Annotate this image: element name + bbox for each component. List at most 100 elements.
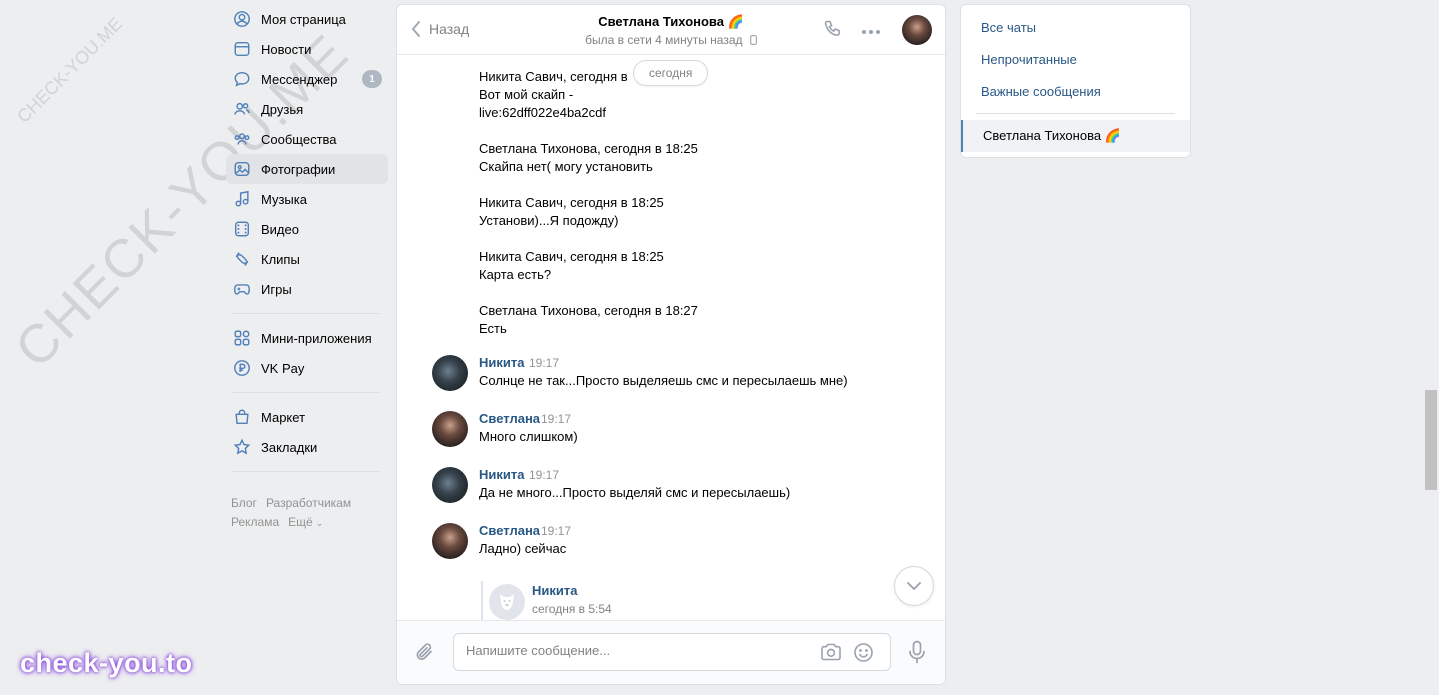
star-icon xyxy=(232,437,252,457)
nav-item-news[interactable]: Новости xyxy=(226,34,388,64)
quote-author[interactable]: Никита xyxy=(532,583,577,598)
vkpay-icon xyxy=(232,358,252,378)
chat-panel: Назад Светлана Тихонова 🌈 была в сети 4 … xyxy=(396,4,946,685)
music-icon xyxy=(232,189,252,209)
newspaper-icon xyxy=(232,39,252,59)
forwarded-line: Установи)...Я подожду) xyxy=(479,213,619,228)
more-options-icon[interactable] xyxy=(861,23,881,38)
message-input[interactable] xyxy=(466,643,806,658)
photo-icon xyxy=(232,159,252,179)
forwarded-line: Скайпа нет( могу установить xyxy=(479,159,653,174)
current-chat-item[interactable]: Светлана Тихонова 🌈 xyxy=(961,120,1190,152)
forwarded-line: live:62dff022e4ba2cdf xyxy=(479,105,606,120)
page-scrollbar[interactable] xyxy=(1425,390,1437,490)
scroll-down-button[interactable] xyxy=(894,566,934,606)
forwarded-message: Светлана Тихонова, сегодня в 18:25 Скайп… xyxy=(479,140,698,176)
forwarded-line: Есть xyxy=(479,321,507,336)
message-time[interactable]: 19:17 xyxy=(529,468,559,482)
user-circle-icon xyxy=(232,9,252,29)
nav-item-market[interactable]: Маркет xyxy=(226,402,388,432)
forwarded-line: Вот мой скайп - xyxy=(479,87,574,102)
footer-link-ads[interactable]: Реклама xyxy=(231,515,279,529)
nav-item-games[interactable]: Игры xyxy=(226,274,388,304)
author-avatar[interactable] xyxy=(432,523,468,559)
nav-item-vk-pay[interactable]: VK Pay xyxy=(226,353,388,383)
chat-header: Назад Светлана Тихонова 🌈 была в сети 4 … xyxy=(397,5,945,55)
author-name[interactable]: Никита xyxy=(479,355,524,370)
online-status: была в сети 4 минуты назад xyxy=(585,33,743,47)
nav-label: Музыка xyxy=(261,191,307,207)
chevron-down-icon: ⌄ xyxy=(315,518,324,528)
nav-label: Мини-приложения xyxy=(261,330,372,346)
author-avatar[interactable] xyxy=(432,467,468,503)
mobile-icon xyxy=(750,35,757,45)
message-text: Да не много...Просто выделяй смс и перес… xyxy=(479,485,791,500)
chat-filter-panel: Все чаты Непрочитанные Важные сообщения … xyxy=(960,4,1191,158)
chat-avatar[interactable] xyxy=(902,15,932,45)
unread-badge: 1 xyxy=(362,70,382,88)
forwarded-header: Никита Савич, сегодня в 18:25 xyxy=(479,249,664,264)
apps-icon xyxy=(232,328,252,348)
forwarded-header: Светлана Тихонова, сегодня в 18:27 xyxy=(479,303,698,318)
emoji-icon[interactable] xyxy=(853,642,874,666)
author-avatar[interactable] xyxy=(432,411,468,447)
footer-link-more[interactable]: Ещё ⌄ xyxy=(288,515,323,529)
nav-item-communities[interactable]: Сообщества xyxy=(226,124,388,154)
forwarded-message: Никита Савич, сегодня в 18:25 Карта есть… xyxy=(479,248,664,284)
forwarded-message: Никита Савич, сегодня в Вот мой скайп - … xyxy=(479,68,628,122)
forwarded-message: Никита Савич, сегодня в 18:25 Установи).… xyxy=(479,194,664,230)
forwarded-line: Карта есть? xyxy=(479,267,552,282)
footer-link-blog[interactable]: Блог xyxy=(231,496,257,510)
nav-item-bookmarks[interactable]: Закладки xyxy=(226,432,388,462)
nav-divider xyxy=(232,392,380,393)
bag-icon xyxy=(232,407,252,427)
forwarded-header: Никита Савич, сегодня в xyxy=(479,69,628,84)
filter-important[interactable]: Важные сообщения xyxy=(961,75,1190,107)
clips-icon xyxy=(232,249,252,269)
author-name[interactable]: Никита xyxy=(479,467,524,482)
camera-icon[interactable] xyxy=(820,642,842,665)
nav-label: Моя страница xyxy=(261,11,346,27)
message-time[interactable]: 19:17 xyxy=(529,356,559,370)
nav-label: Мессенджер xyxy=(261,71,338,87)
date-pill: сегодня xyxy=(633,60,709,86)
nav-divider xyxy=(232,471,380,472)
attach-icon[interactable] xyxy=(415,641,435,666)
forwarded-header: Светлана Тихонова, сегодня в 18:25 xyxy=(479,141,698,156)
author-name[interactable]: Светлана xyxy=(479,523,540,538)
nav-label: Игры xyxy=(261,281,292,297)
message-time[interactable]: 19:17 xyxy=(541,524,571,538)
nav-label: Сообщества xyxy=(261,131,337,147)
filter-all-chats[interactable]: Все чаты xyxy=(961,11,1190,43)
forwarded-quote[interactable]: Никита сегодня в 5:54 xyxy=(481,581,612,622)
nav-label: Друзья xyxy=(261,101,304,117)
nav-item-mini-apps[interactable]: Мини-приложения xyxy=(226,323,388,353)
footer-link-developers[interactable]: Разработчикам xyxy=(266,496,351,510)
message-history: Никита Савич, сегодня в Вот мой скайп - … xyxy=(397,56,945,622)
footer-more-label: Ещё xyxy=(288,515,313,529)
message-composer xyxy=(397,620,945,684)
nav-label: Фотографии xyxy=(261,161,336,177)
microphone-icon[interactable] xyxy=(907,640,927,667)
author-avatar[interactable] xyxy=(432,355,468,391)
watermark-small: CHECK-YOU.ME xyxy=(13,13,127,127)
quote-time: сегодня в 5:54 xyxy=(532,602,612,616)
phone-icon[interactable] xyxy=(823,19,843,42)
filter-unread[interactable]: Непрочитанные xyxy=(961,43,1190,75)
forwarded-header: Никита Савич, сегодня в 18:25 xyxy=(479,195,664,210)
nav-item-video[interactable]: Видео xyxy=(226,214,388,244)
message-time[interactable]: 19:17 xyxy=(541,412,571,426)
nav-item-clips[interactable]: Клипы xyxy=(226,244,388,274)
nav-item-photos[interactable]: Фотографии xyxy=(226,154,388,184)
message-input-box[interactable] xyxy=(453,633,891,671)
footer-links: Блог Разработчикам Реклама Ещё ⌄ xyxy=(226,494,388,533)
nav-item-messenger[interactable]: Мессенджер 1 xyxy=(226,64,388,94)
nav-item-music[interactable]: Музыка xyxy=(226,184,388,214)
nav-item-friends[interactable]: Друзья xyxy=(226,94,388,124)
nav-label: Закладки xyxy=(261,439,318,455)
gamepad-icon xyxy=(232,279,252,299)
nav-item-my-page[interactable]: Моя страница xyxy=(226,4,388,34)
message-icon xyxy=(232,69,252,89)
author-name[interactable]: Светлана xyxy=(479,411,540,426)
friends-icon xyxy=(232,99,252,119)
